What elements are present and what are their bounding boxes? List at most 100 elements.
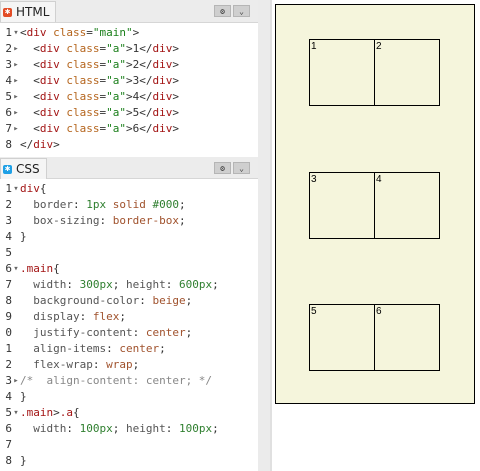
code-token: :: [66, 278, 80, 291]
code-line[interactable]: 6 width: 100px; height: 100px;: [0, 421, 258, 437]
code-line[interactable]: 5 ▾ .main>.a{: [0, 405, 258, 421]
fold-arrow-icon[interactable]: ▾: [12, 261, 20, 277]
fold-arrow-icon[interactable]: ▸: [12, 89, 20, 105]
editor-scrollbar[interactable]: [258, 0, 270, 471]
code-line[interactable]: 5 ▸ <div class="a">4</div>: [0, 89, 258, 105]
code-line[interactable]: 2 ▸ <div class="a">1</div>: [0, 41, 258, 57]
code-token: >2</: [126, 58, 153, 71]
code-token: ;: [212, 278, 219, 291]
preview-box-1: 1: [309, 39, 375, 106]
code-line[interactable]: 3 ▸ <div class="a">2</div>: [0, 57, 258, 73]
fold-arrow-icon[interactable]: ▸: [12, 121, 20, 137]
code-token: box-sizing: [20, 214, 100, 227]
tab-html[interactable]: ✱ HTML: [0, 1, 57, 22]
line-number: 8: [5, 138, 12, 151]
code-token: center: [145, 326, 186, 339]
code-token: center: [119, 342, 160, 355]
code-line[interactable]: 4 ▸ <div class="a">3</div>: [0, 73, 258, 89]
line-number: 3: [5, 214, 12, 227]
code-line[interactable]: 6 ▾ .main{: [0, 261, 258, 277]
code-text: /* align-content: center; */: [20, 373, 212, 389]
code-text: <div class="a">2</div>: [20, 57, 179, 73]
line-number: 3: [5, 374, 12, 387]
css-panel-header: ✱ CSS ⚙ ⌄: [0, 157, 258, 179]
code-token: solid: [112, 198, 146, 211]
gear-icon: ⚙: [220, 163, 225, 173]
code-line[interactable]: 4}: [0, 229, 258, 245]
fold-arrow-icon[interactable]: ▾: [12, 181, 20, 197]
fold-arrow-icon[interactable]: ▸: [12, 105, 20, 121]
code-line[interactable]: 9 display: flex;: [0, 309, 258, 325]
code-text: box-sizing: border-box;: [20, 213, 186, 229]
code-token: class: [66, 58, 100, 71]
code-line[interactable]: 1 ▾ <div class="main">: [0, 25, 258, 41]
code-token: :: [92, 358, 107, 371]
code-token: >: [172, 122, 179, 135]
code-token: "a": [106, 42, 126, 55]
html-menu-button[interactable]: ⌄: [233, 5, 250, 17]
fold-arrow-icon[interactable]: ▸: [12, 57, 20, 73]
code-token: "main": [92, 26, 133, 39]
line-number: 7: [5, 278, 12, 291]
code-token: ;: [178, 214, 186, 227]
code-token: }: [20, 390, 27, 403]
code-token: border: [20, 198, 73, 211]
code-token: ;: [132, 358, 140, 371]
code-token: div: [152, 122, 173, 135]
code-token: beige: [152, 294, 186, 307]
code-token: class: [53, 26, 87, 39]
fold-arrow-icon[interactable]: ▾: [12, 405, 20, 421]
code-line[interactable]: 0 justify-content: center;: [0, 325, 258, 341]
code-line[interactable]: 3 ▸/* align-content: center; */: [0, 373, 258, 389]
code-token: :: [165, 278, 179, 291]
css-code-editor[interactable]: 1 ▾ div{2 border: 1px solid #000; 3 box-siz…: [0, 181, 258, 469]
code-token: /* align-content: center; */: [20, 374, 213, 387]
code-line[interactable]: 2 flex-wrap: wrap;: [0, 357, 258, 373]
code-line[interactable]: 3 box-sizing: border-box;: [0, 213, 258, 229]
code-token: :: [139, 294, 153, 307]
line-number: 4: [5, 230, 12, 243]
line-number: 0: [5, 326, 12, 339]
code-token: >4</: [126, 90, 153, 103]
code-token: :: [99, 214, 113, 227]
code-line[interactable]: 1 ▾ div{: [0, 181, 258, 197]
preview-box-5: 5: [309, 304, 375, 371]
code-line[interactable]: 8}: [0, 453, 258, 469]
code-line[interactable]: 4}: [0, 389, 258, 405]
code-token: flex: [92, 310, 120, 323]
code-token: }: [20, 454, 27, 467]
code-token: >3</: [126, 74, 153, 87]
code-line[interactable]: 7 ▸ <div class="a">6</div>: [0, 121, 258, 137]
code-line[interactable]: 5: [0, 245, 258, 261]
css-settings-button[interactable]: ⚙: [214, 162, 231, 174]
code-token: <: [20, 26, 27, 39]
line-number: 6: [5, 422, 12, 435]
code-token: .a: [59, 406, 73, 419]
code-line[interactable]: 7 width: 300px; height: 600px;: [0, 277, 258, 293]
fold-arrow-icon[interactable]: ▸: [12, 373, 20, 389]
html-code-editor[interactable]: 1 ▾ <div class="main"> 2 ▸ <div class="a">1<…: [0, 25, 258, 153]
css-menu-button[interactable]: ⌄: [233, 162, 250, 174]
code-token: }: [20, 230, 27, 243]
code-line[interactable]: 1 align-items: center;: [0, 341, 258, 357]
code-token: >: [172, 74, 179, 87]
code-text: width: 100px; height: 100px;: [20, 421, 219, 437]
code-token: :: [72, 198, 87, 211]
code-line[interactable]: 8 background-color: beige;: [0, 293, 258, 309]
code-line[interactable]: 8 </div>: [0, 137, 258, 153]
pane-resize-handle[interactable]: [270, 0, 272, 471]
fold-arrow-icon[interactable]: ▸: [12, 41, 20, 57]
code-token: {: [53, 262, 60, 275]
code-token: width: [20, 278, 67, 291]
code-token: div: [39, 42, 60, 55]
code-line[interactable]: 6 ▸ <div class="a">5</div>: [0, 105, 258, 121]
code-line[interactable]: 7: [0, 437, 258, 453]
code-token: div: [39, 74, 60, 87]
code-line[interactable]: 2 border: 1px solid #000;: [0, 197, 258, 213]
fold-arrow-icon[interactable]: ▸: [12, 73, 20, 89]
tab-css[interactable]: ✱ CSS: [0, 158, 47, 179]
fold-arrow-icon[interactable]: ▾: [12, 25, 20, 41]
code-token: div: [152, 58, 173, 71]
html-settings-button[interactable]: ⚙: [214, 5, 231, 17]
